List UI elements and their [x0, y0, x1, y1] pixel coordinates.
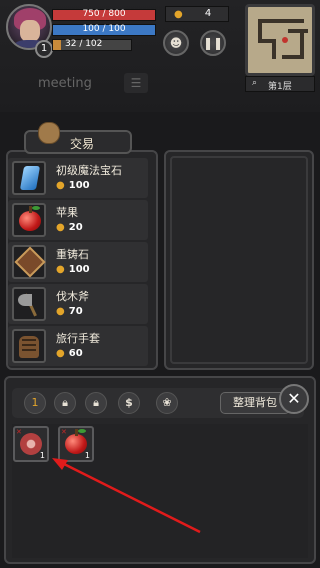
gold-counter: ● 4	[165, 6, 229, 22]
magnifier-icon: ⌕	[252, 78, 258, 88]
gold-coin-icon: ●	[56, 306, 65, 317]
shop-item-price: ● 60	[56, 348, 83, 359]
shop-item-price-value: 100	[68, 264, 90, 275]
avatar-face	[20, 20, 40, 42]
chat-text: meeting	[38, 76, 92, 91]
locked-bag-page-button[interactable]: 🔒︎	[85, 392, 107, 414]
pause-button[interactable]: ❚❚	[200, 30, 226, 56]
gold-coin-icon: ●	[56, 264, 65, 275]
list-menu-icon[interactable]: ☰	[124, 73, 148, 93]
shop-item-price: ● 100	[56, 264, 90, 275]
shop-item-price: ● 100	[56, 180, 90, 191]
shop-item-name: 苹果	[56, 206, 78, 219]
shop-item-name: 伐木斧	[56, 290, 89, 303]
inventory-slot[interactable]: ✕ 1	[58, 426, 94, 462]
item-detail-panel	[164, 150, 314, 370]
item-icon-frame	[12, 245, 46, 279]
minimap-wall	[288, 29, 308, 33]
item-icon-frame	[12, 203, 46, 237]
slot-count: 1	[84, 451, 90, 460]
shop-item-name: 旅行手套	[56, 332, 100, 345]
close-button[interactable]: ✕	[279, 384, 309, 414]
xp-text: 32 / 102	[65, 39, 103, 49]
gold-amount: 4	[204, 8, 212, 19]
player-level-badge: 1	[35, 40, 53, 58]
inventory-grid	[12, 424, 308, 558]
pause-icon: ❚❚	[202, 36, 224, 50]
floor-label-text: 第1层	[268, 82, 292, 92]
minimap-wall	[258, 19, 304, 23]
lock-icon: 🔒︎	[93, 396, 99, 409]
paw-icon: ❀	[162, 396, 172, 409]
money-bag-icon	[38, 122, 60, 144]
xp-bar: 32 / 102	[52, 39, 132, 51]
floor-indicator[interactable]: ⌕ 第1层	[245, 76, 315, 92]
trade-header: 交易	[24, 122, 132, 154]
shop-item-price-value: 20	[68, 222, 83, 233]
shop-item-price-value: 100	[68, 180, 90, 191]
lock-icon: 🔒︎	[62, 396, 68, 409]
hp-text: 750 / 800	[82, 9, 126, 19]
mp-text: 100 / 100	[82, 24, 126, 34]
pet-button[interactable]: ❀	[156, 392, 178, 414]
character-face-icon: ☻	[169, 36, 183, 50]
shop-item-row[interactable]: 伐木斧 ● 70	[8, 284, 148, 324]
shop-item-price-value: 70	[68, 306, 83, 317]
shop-item-price: ● 20	[56, 222, 83, 233]
gold-coin-icon: ●	[56, 348, 65, 359]
minimap[interactable]	[245, 4, 315, 76]
shop-item-row[interactable]: 初级魔法宝石 ● 100	[8, 158, 148, 198]
trade-title-text: 交易	[70, 137, 95, 151]
glove-icon	[19, 336, 39, 358]
shop-item-price-value: 60	[68, 348, 83, 359]
dollar-icon: $	[125, 396, 133, 409]
apple-icon	[19, 206, 41, 231]
bag-page-1-button[interactable]: 1	[24, 392, 46, 414]
item-icon-frame	[12, 329, 46, 363]
minimap-wall	[272, 39, 276, 59]
minimap-player-marker	[282, 37, 288, 43]
gold-coin-icon: ●	[56, 180, 65, 191]
shop-item-name: 初级魔法宝石	[56, 164, 122, 177]
shop-item-name: 重铸石	[56, 248, 89, 261]
apple-icon	[65, 429, 87, 454]
new-item-marker-icon: ✕	[16, 428, 22, 436]
meat-icon	[20, 433, 42, 455]
shop-item-price: ● 70	[56, 306, 83, 317]
shop-item-row[interactable]: 旅行手套 ● 60	[8, 326, 148, 366]
hp-bar: 750 / 800	[52, 9, 156, 21]
reforge-stone-icon	[14, 246, 46, 278]
minimap-wall	[282, 55, 304, 59]
shop-item-row[interactable]: 苹果 ● 20	[8, 200, 148, 240]
new-item-marker-icon: ✕	[61, 428, 67, 436]
item-icon-frame	[12, 287, 46, 321]
slot-count: 1	[39, 451, 45, 460]
shop-item-row[interactable]: 重铸石 ● 100	[8, 242, 148, 282]
gold-coin-icon: ●	[174, 9, 183, 20]
mp-bar: 100 / 100	[52, 24, 156, 36]
item-icon-frame	[12, 161, 46, 195]
character-button[interactable]: ☻	[163, 30, 189, 56]
gold-coin-icon: ●	[56, 222, 65, 233]
locked-bag-page-button[interactable]: 🔒︎	[54, 392, 76, 414]
sell-button[interactable]: $	[118, 392, 140, 414]
minimap-wall	[258, 19, 262, 41]
blue-gem-icon	[19, 166, 41, 190]
item-detail-inner	[170, 156, 308, 364]
inventory-slot[interactable]: ✕ 1	[13, 426, 49, 462]
